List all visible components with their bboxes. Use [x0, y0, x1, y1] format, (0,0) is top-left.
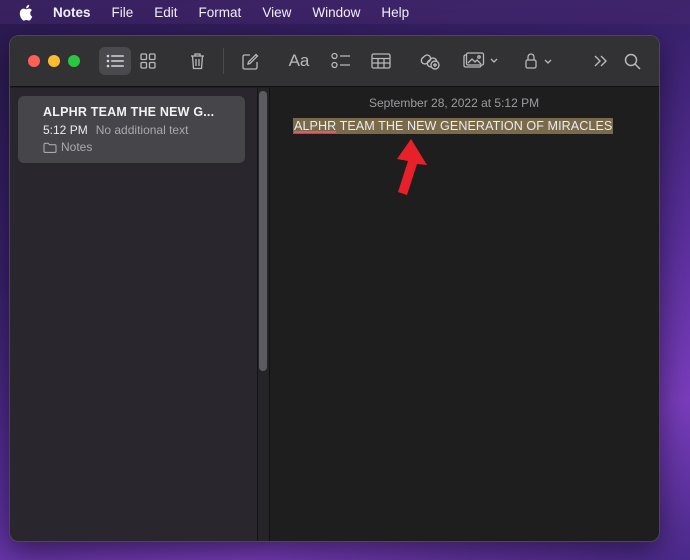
note-list-scrollbar[interactable]	[258, 88, 270, 541]
compose-icon[interactable]	[239, 47, 261, 75]
note-body-first-word: ALPHR	[294, 119, 337, 133]
lock-icon[interactable]	[523, 47, 557, 75]
list-view-icon[interactable]	[99, 47, 131, 75]
folder-icon	[43, 142, 57, 153]
minimize-button[interactable]	[48, 55, 60, 67]
note-list-item-title: ALPHR TEAM THE NEW G...	[43, 105, 215, 119]
search-icon[interactable]	[622, 47, 642, 75]
note-list-item-time: 5:12 PM	[43, 123, 88, 137]
checklist-icon[interactable]	[329, 47, 353, 75]
notes-window: Aa ALPHR TEAM THE NEW G... 5:12 PM No add…	[9, 35, 660, 542]
note-list-item-folder-name: Notes	[61, 140, 93, 154]
menu-edit[interactable]: Edit	[154, 5, 177, 20]
table-icon[interactable]	[369, 47, 393, 75]
menu-file[interactable]: File	[112, 5, 134, 20]
note-body-rest: TEAM THE NEW GENERATION OF MIRACLES	[336, 119, 613, 133]
menu-help[interactable]: Help	[381, 5, 409, 20]
trash-icon[interactable]	[186, 47, 208, 75]
scrollbar-thumb[interactable]	[259, 91, 267, 371]
note-list-item-folder: Notes	[43, 140, 245, 154]
close-button[interactable]	[28, 55, 40, 67]
menu-window[interactable]: Window	[312, 5, 360, 20]
toolbar: Aa	[10, 36, 659, 87]
note-date: September 28, 2022 at 5:12 PM	[369, 96, 540, 110]
menu-notes[interactable]: Notes	[53, 5, 91, 20]
note-list: ALPHR TEAM THE NEW G... 5:12 PM No additi…	[10, 88, 258, 541]
note-editor[interactable]: September 28, 2022 at 5:12 PM ALPHR TEAM…	[271, 88, 659, 541]
menu-view[interactable]: View	[262, 5, 291, 20]
apple-icon[interactable]	[18, 3, 34, 21]
red-arrow-icon	[397, 139, 427, 195]
zoom-button[interactable]	[68, 55, 80, 67]
toolbar-divider	[223, 48, 224, 74]
more-icon[interactable]	[591, 47, 611, 75]
note-list-item[interactable]: ALPHR TEAM THE NEW G... 5:12 PM No additi…	[18, 96, 245, 163]
menu-format[interactable]: Format	[199, 5, 242, 20]
note-list-item-meta: 5:12 PM No additional text	[43, 123, 245, 137]
note-body-selected-text[interactable]: ALPHR TEAM THE NEW GENERATION OF MIRACLE…	[293, 118, 614, 134]
note-list-item-preview: No additional text	[95, 123, 189, 137]
format-text-icon[interactable]: Aa	[286, 47, 312, 75]
menu-bar: Notes File Edit Format View Window Help	[0, 0, 690, 24]
gallery-view-icon[interactable]	[137, 47, 159, 75]
media-icon[interactable]	[461, 47, 501, 75]
collaborate-icon[interactable]	[418, 47, 442, 75]
